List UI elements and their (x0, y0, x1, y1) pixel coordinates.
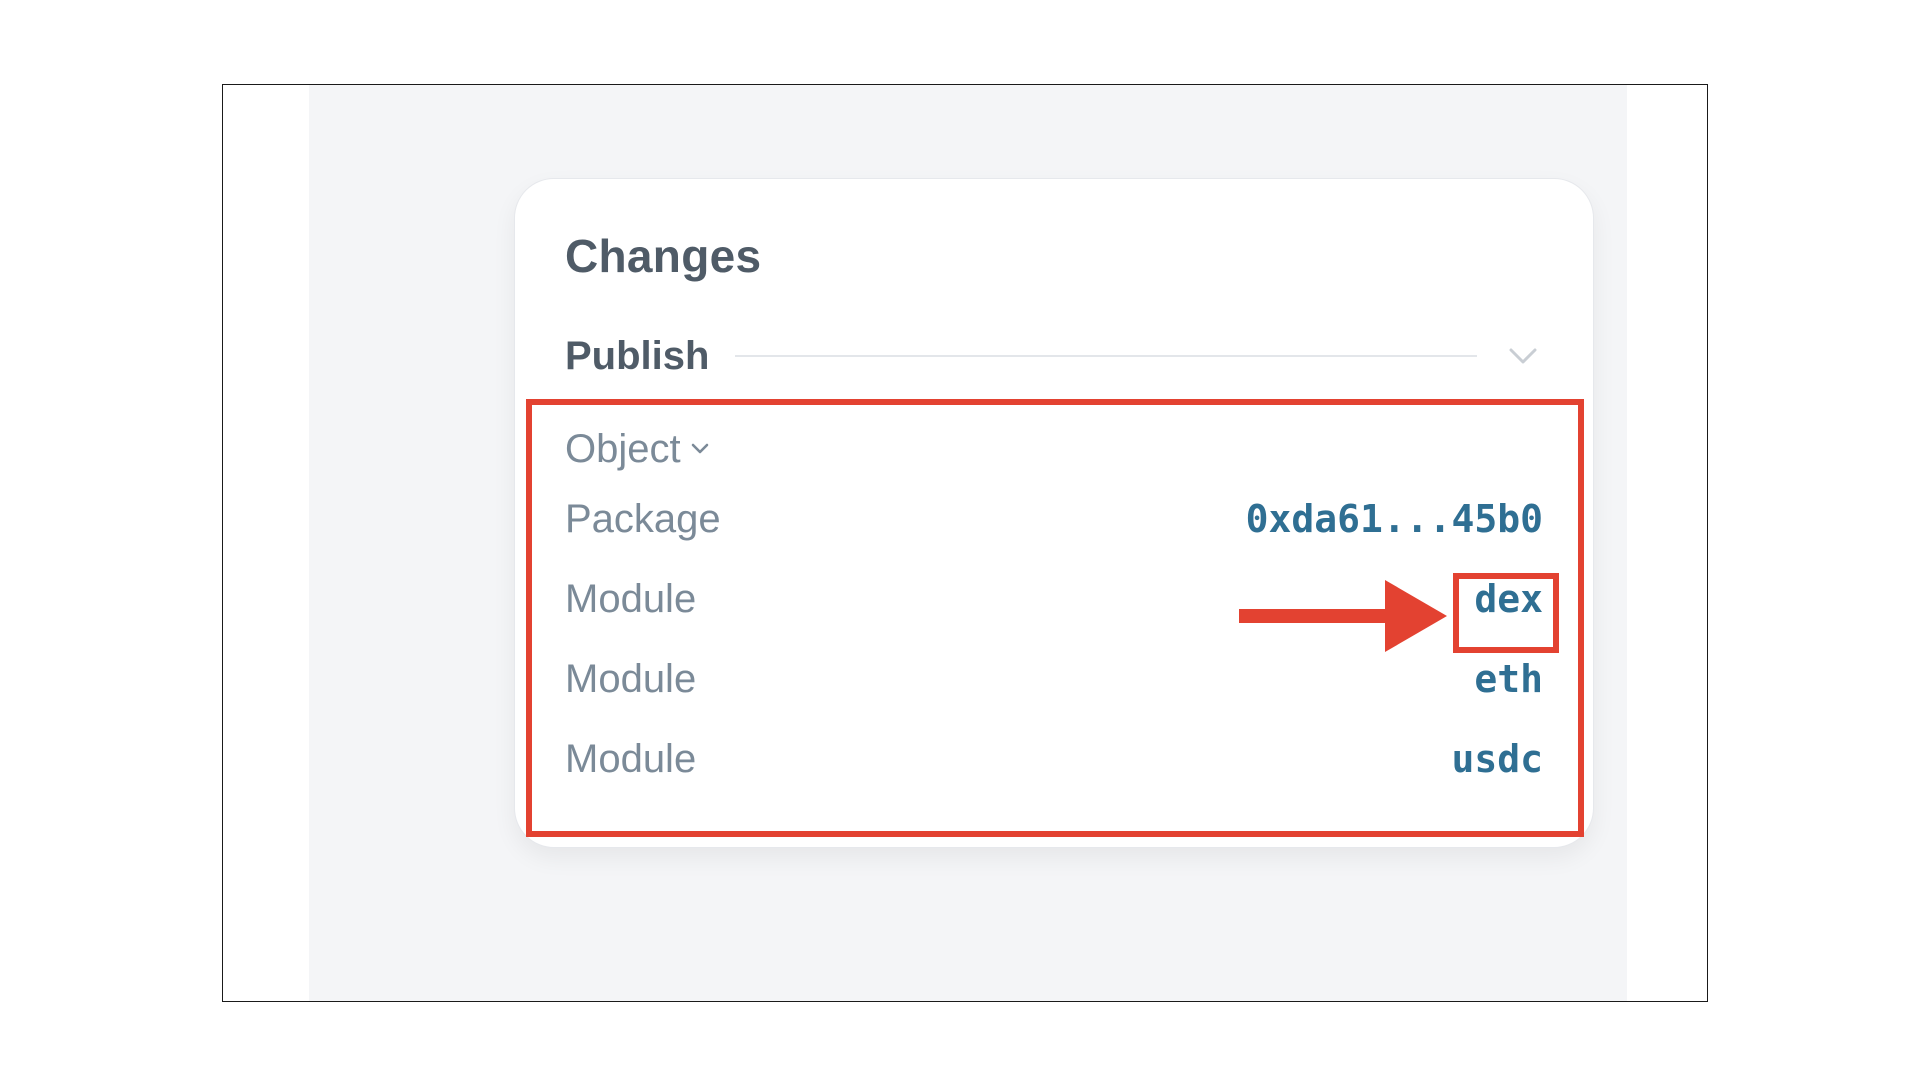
package-id-link[interactable]: 0xda61...45b0 (1246, 497, 1543, 541)
publish-section-label: Publish (565, 333, 710, 378)
row-label: Module (565, 736, 697, 781)
page-background: Changes Publish Object Package 0xda61...… (309, 85, 1627, 1001)
module-usdc-link[interactable]: usdc (1451, 737, 1543, 781)
row-label: Module (565, 576, 697, 621)
row-label: Package (565, 496, 721, 541)
screenshot-frame: Changes Publish Object Package 0xda61...… (222, 84, 1708, 1002)
changes-card: Changes Publish Object Package 0xda61...… (514, 178, 1594, 848)
change-row-module-dex: Module dex (565, 559, 1543, 639)
publish-section-header[interactable]: Publish (565, 329, 1543, 383)
module-eth-link[interactable]: eth (1474, 657, 1543, 701)
object-toggle-label: Object (565, 426, 681, 471)
change-row-module-usdc: Module usdc (565, 719, 1543, 799)
change-row-module-eth: Module eth (565, 639, 1543, 719)
chevron-down-icon[interactable] (1503, 336, 1543, 376)
object-toggle[interactable]: Object (565, 419, 709, 479)
chevron-down-icon (691, 443, 709, 455)
row-label: Module (565, 656, 697, 701)
change-row-package: Package 0xda61...45b0 (565, 479, 1543, 559)
section-divider (735, 355, 1477, 357)
module-dex-link[interactable]: dex (1474, 577, 1543, 621)
object-changes-list: Object Package 0xda61...45b0 Module dex (565, 419, 1543, 799)
card-title: Changes (565, 230, 762, 282)
